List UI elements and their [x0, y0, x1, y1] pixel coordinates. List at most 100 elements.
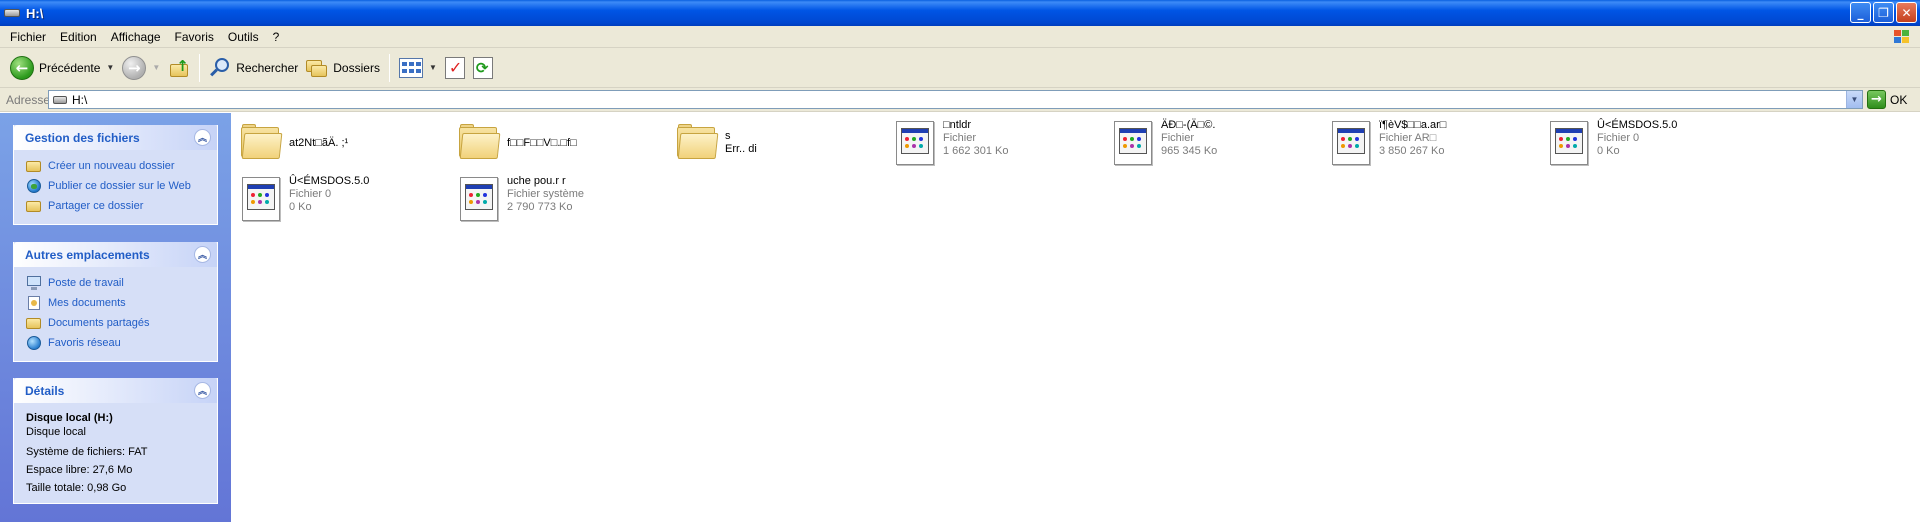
views-dropdown-icon[interactable]: ▼	[429, 63, 437, 72]
details-type: Disque local	[26, 426, 86, 438]
task-pane: Gestion des fichiers ︽ Créer un nouveau …	[0, 113, 231, 522]
toolbar-separator	[199, 53, 201, 82]
item-name-line2: Err.. di	[725, 143, 757, 155]
title-bar[interactable]: H:\ _ ❐ ✕	[0, 0, 1920, 26]
item-size: 0 Ko	[1597, 145, 1620, 157]
my-computer-icon	[26, 275, 42, 291]
system-file-icon	[893, 119, 941, 167]
search-label: Rechercher	[236, 60, 299, 75]
item-name: f□□F□□V□.□f□	[507, 136, 577, 149]
system-file-icon	[1547, 119, 1595, 167]
toolbar: ← Précédente ▼ → ▼ ↑ Rechercher Dossiers…	[0, 48, 1920, 88]
file-tasks-title: Gestion des fichiers	[25, 130, 140, 145]
forward-button[interactable]: → ▼	[118, 52, 164, 84]
minimize-button[interactable]: _	[1850, 2, 1871, 23]
address-value: H:\	[72, 92, 88, 107]
drive-icon	[4, 7, 20, 19]
place-my-documents[interactable]: Mes documents	[26, 293, 207, 313]
folder-icon	[675, 119, 723, 167]
shared-documents-icon	[26, 315, 42, 331]
task-label: Publier ce dossier sur le Web	[48, 180, 191, 192]
task-share-folder[interactable]: Partager ce dossier	[26, 196, 207, 216]
go-arrow-icon: →	[1867, 90, 1886, 109]
place-label: Favoris réseau	[48, 337, 121, 349]
collapse-icon[interactable]: ︽	[194, 129, 211, 146]
back-button[interactable]: ← Précédente ▼	[6, 52, 118, 84]
task-label: Partager ce dossier	[48, 200, 144, 212]
place-label: Documents partagés	[48, 317, 150, 329]
folders-label: Dossiers	[333, 60, 380, 75]
new-folder-icon	[26, 158, 42, 174]
details-free-space: Espace libre: 27,6 Mo	[26, 464, 133, 476]
collapse-icon[interactable]: ︽	[194, 382, 211, 399]
back-dropdown-icon[interactable]: ▼	[106, 63, 114, 72]
item-type: Fichier 0	[1597, 132, 1640, 144]
up-button[interactable]: ↑	[164, 52, 194, 84]
place-network[interactable]: Favoris réseau	[26, 333, 207, 353]
close-button[interactable]: ✕	[1896, 2, 1917, 23]
place-shared-documents[interactable]: Documents partagés	[26, 313, 207, 333]
details-filesystem: Système de fichiers: FAT	[26, 446, 148, 458]
place-my-computer[interactable]: Poste de travail	[26, 273, 207, 293]
address-input[interactable]: H:\ ▼	[48, 90, 1863, 109]
views-button[interactable]: ▼	[395, 52, 441, 84]
item-name: □ntldr	[943, 119, 972, 131]
menu-edition[interactable]: Edition	[53, 26, 104, 48]
collapse-icon[interactable]: ︽	[194, 246, 211, 263]
my-documents-icon	[26, 295, 42, 311]
file-item[interactable]: uche pou.r r Fichier système 2 790 773 K…	[457, 175, 672, 227]
properties-button[interactable]: ✓	[441, 52, 469, 84]
go-label: OK	[1890, 92, 1908, 107]
item-name: ï¶èV$□□a.ar□	[1379, 119, 1447, 131]
folders-button[interactable]: Dossiers	[302, 52, 384, 84]
item-name: s	[725, 130, 731, 142]
place-label: Mes documents	[48, 297, 126, 309]
other-places-header[interactable]: Autres emplacements ︽	[14, 242, 217, 267]
folder-up-icon: ↑	[168, 57, 190, 79]
details-panel: Détails ︽ Disque local (H:) Disque local…	[13, 378, 218, 504]
forward-dropdown-icon[interactable]: ▼	[152, 63, 160, 72]
folder-item[interactable]: at2Nt□ãÄ. ;¹	[239, 119, 454, 171]
file-item[interactable]: Û<ÉMSDOS.5.0 Fichier 0 0 Ko	[1547, 119, 1762, 171]
file-tasks-header[interactable]: Gestion des fichiers ︽	[14, 125, 217, 150]
go-button[interactable]: → OK	[1867, 90, 1907, 109]
item-type: Fichier	[943, 132, 977, 144]
item-name: ÄÐ□-(Ä□©.	[1161, 119, 1216, 131]
system-file-icon	[239, 175, 287, 223]
menu-favoris[interactable]: Favoris	[168, 26, 221, 48]
file-item[interactable]: ï¶èV$□□a.ar□ Fichier AR□ 3 850 267 Ko	[1329, 119, 1544, 171]
menu-affichage[interactable]: Affichage	[104, 26, 168, 48]
drive-icon	[53, 95, 67, 104]
task-publish-web[interactable]: Publier ce dossier sur le Web	[26, 176, 207, 196]
details-header[interactable]: Détails ︽	[14, 378, 217, 403]
search-button[interactable]: Rechercher	[205, 52, 302, 84]
menu-outils[interactable]: Outils	[221, 26, 266, 48]
item-type: Fichier	[1161, 132, 1195, 144]
search-icon	[209, 57, 231, 79]
item-name: Û<ÉMSDOS.5.0	[1597, 119, 1678, 131]
task-new-folder[interactable]: Créer un nouveau dossier	[26, 156, 207, 176]
file-item[interactable]: Û<ÉMSDOS.5.0 Fichier 0 0 Ko	[239, 175, 454, 227]
item-name: uche pou.r r	[507, 175, 566, 187]
share-folder-icon	[26, 198, 42, 214]
maximize-button[interactable]: ❐	[1873, 2, 1894, 23]
folder-item[interactable]: f□□F□□V□.□f□	[457, 119, 672, 171]
file-item[interactable]: □ntldr Fichier 1 662 301 Ko	[893, 119, 1108, 171]
menu-fichier[interactable]: Fichier	[3, 26, 53, 48]
folder-icon	[239, 119, 287, 167]
sync-button[interactable]: ⟳	[469, 52, 497, 84]
menu-help[interactable]: ?	[266, 26, 287, 48]
item-type: Fichier 0	[289, 188, 332, 200]
task-label: Créer un nouveau dossier	[48, 160, 175, 172]
address-dropdown-icon[interactable]: ▼	[1846, 91, 1862, 108]
file-item[interactable]: ÄÐ□-(Ä□©. Fichier 965 345 Ko	[1111, 119, 1326, 171]
folder-item[interactable]: s Err.. di	[675, 119, 890, 171]
item-size: 1 662 301 Ko	[943, 145, 1009, 157]
menu-bar: Fichier Edition Affichage Favoris Outils…	[0, 26, 1920, 48]
file-list[interactable]: at2Nt□ãÄ. ;¹ f□□F□□V□.□f□ s Err.. di □nt…	[231, 113, 1920, 522]
back-arrow-icon: ←	[10, 55, 34, 80]
details-title: Détails	[25, 383, 65, 398]
details-total-size: Taille totale: 0,98 Go	[26, 482, 127, 494]
windows-logo-icon	[1886, 28, 1914, 46]
details-name: Disque local (H:)	[26, 412, 113, 424]
